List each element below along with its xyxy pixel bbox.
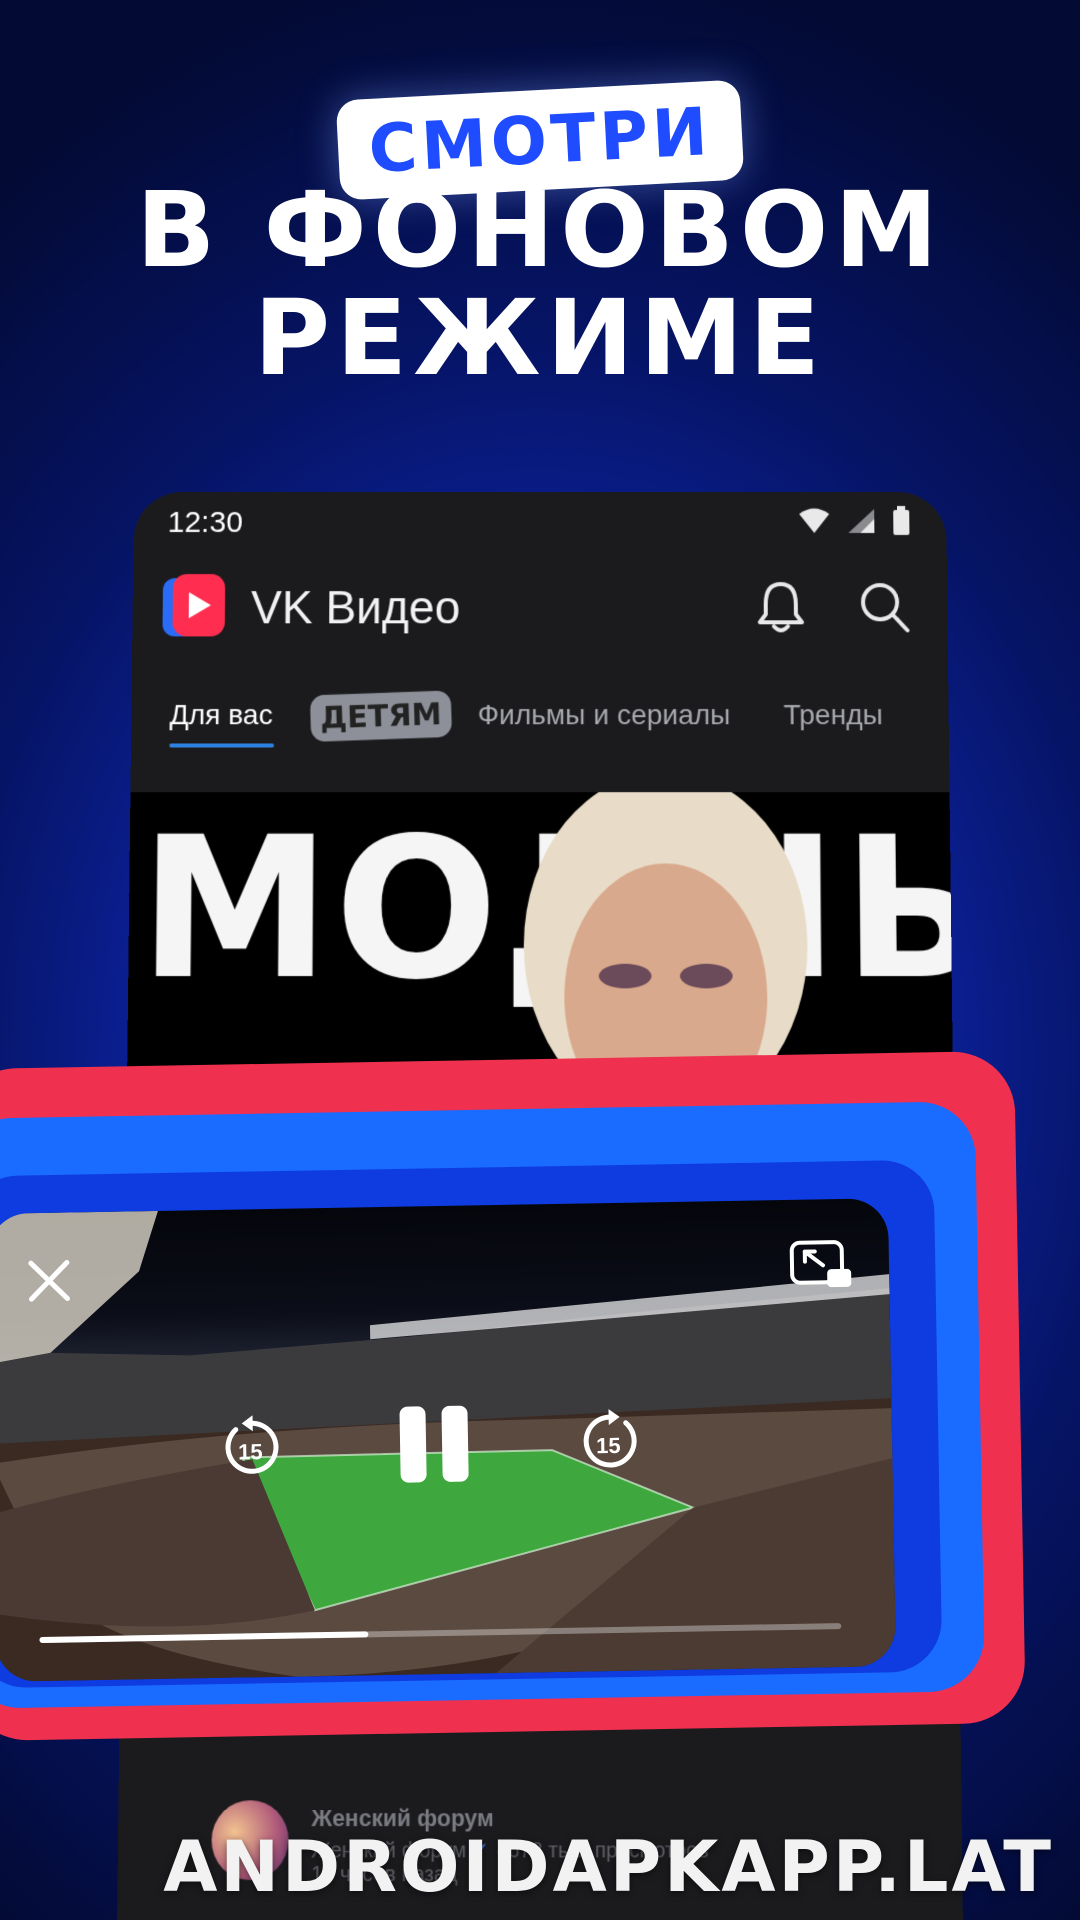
mini-player[interactable]: 15 15 xyxy=(0,1198,897,1682)
bell-icon[interactable] xyxy=(755,578,808,634)
category-tabs: Для вас ДЕТЯМ Фильмы и сериалы Тренды xyxy=(131,690,949,752)
watermark: ANDROIDAPKAPP.LAT xyxy=(163,1826,1054,1908)
promo-headline-line2: РЕЖИМЕ xyxy=(253,277,827,399)
close-icon[interactable] xyxy=(25,1256,74,1305)
vk-video-logo[interactable] xyxy=(162,574,226,640)
status-bar: 12:30 xyxy=(133,492,946,550)
forward-15-button[interactable]: 15 xyxy=(577,1409,640,1481)
status-icons xyxy=(798,505,910,536)
tab-kids-label: ДЕТЯМ xyxy=(319,696,443,736)
search-icon[interactable] xyxy=(857,578,912,634)
app-title: VK Видео xyxy=(250,581,461,634)
tab-for-you[interactable]: Для вас xyxy=(169,699,272,731)
pause-icon[interactable] xyxy=(391,1401,476,1486)
rewind-15-button[interactable]: 15 xyxy=(222,1415,285,1487)
battery-icon xyxy=(892,505,909,535)
tab-active-indicator xyxy=(169,743,275,748)
wifi-icon xyxy=(798,508,829,533)
app-bar: VK Видео xyxy=(132,566,948,648)
status-time: 12:30 xyxy=(167,505,243,539)
tab-kids[interactable]: ДЕТЯМ xyxy=(309,690,453,742)
forward-seconds: 15 xyxy=(595,1432,621,1459)
promo-headline-line1: В ФОНОВОМ xyxy=(136,169,944,291)
signal-icon xyxy=(847,508,874,533)
tab-trends[interactable]: Тренды xyxy=(783,699,883,731)
picture-in-picture-icon[interactable] xyxy=(789,1239,854,1292)
rewind-seconds: 15 xyxy=(237,1439,263,1465)
tab-movies-series[interactable]: Фильмы и сериалы xyxy=(478,699,731,731)
